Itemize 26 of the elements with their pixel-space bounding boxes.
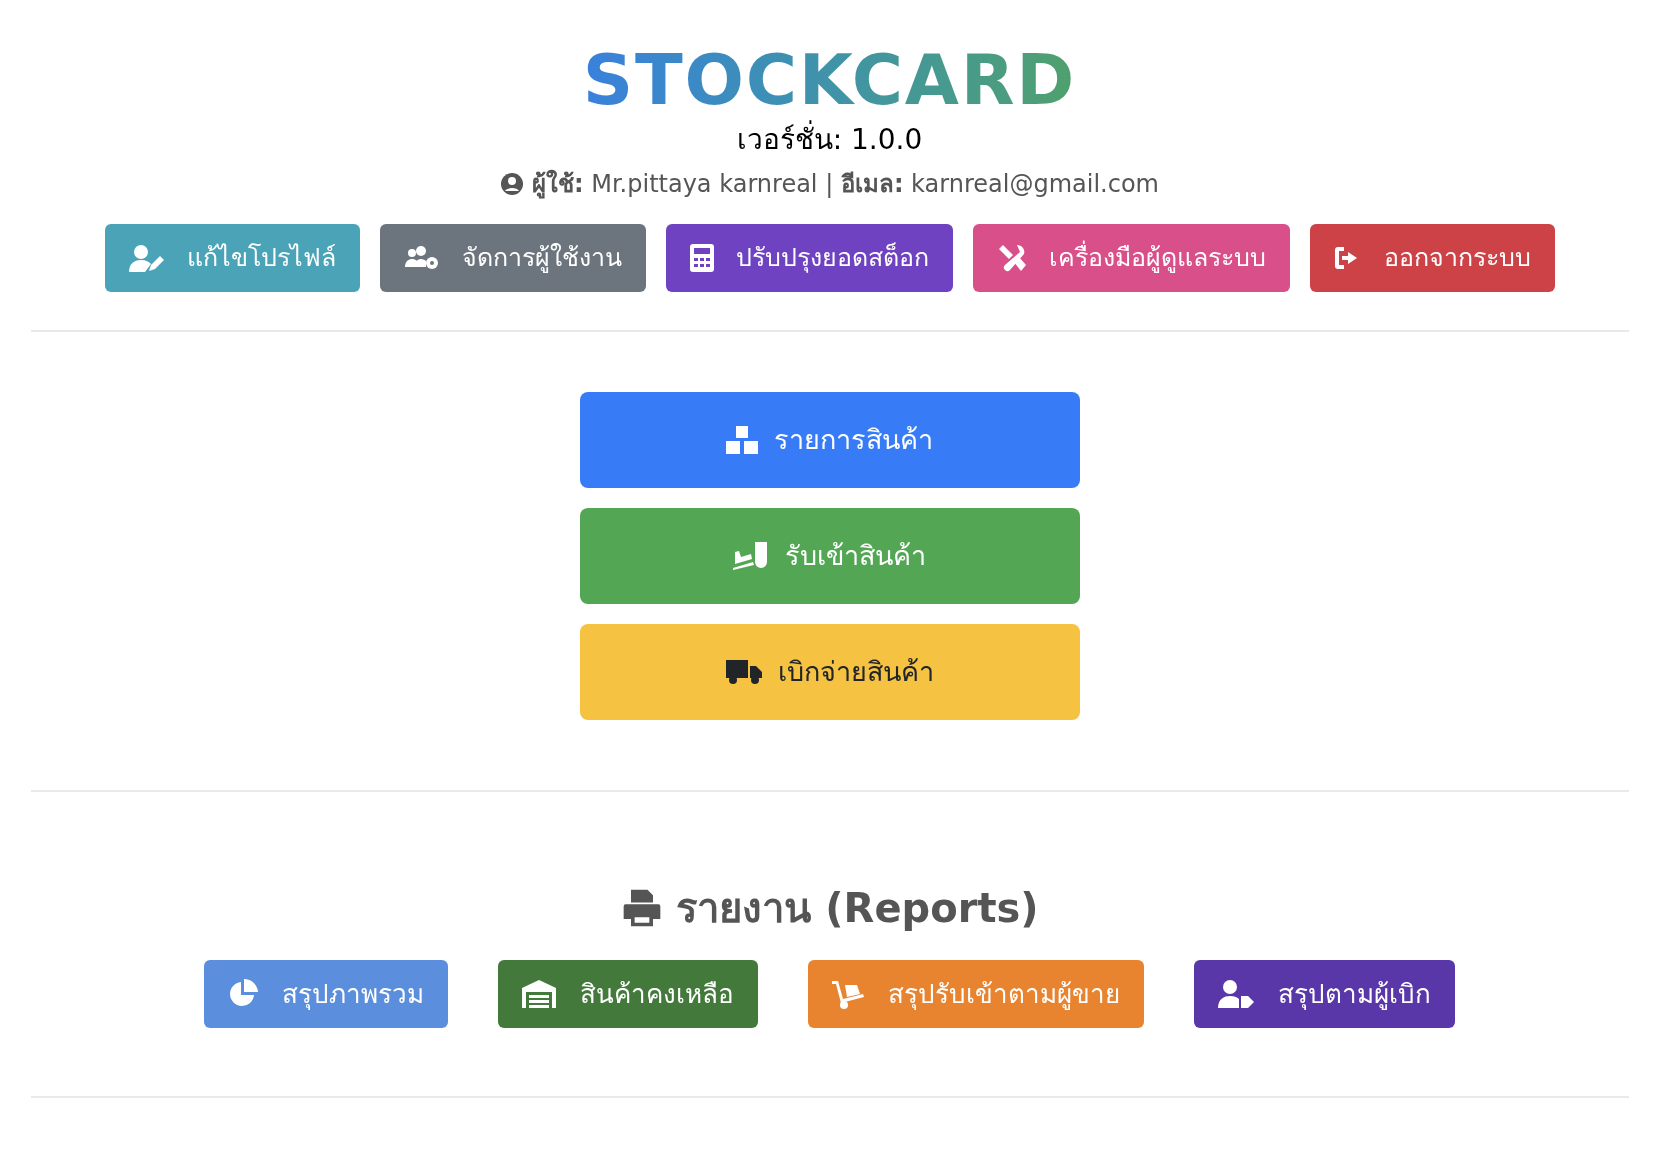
report-button[interactable]: สรุปภาพรวม xyxy=(204,960,448,1028)
toolbar-button[interactable]: จัดการผู้ใช้งาน xyxy=(379,224,646,292)
toolbar-button[interactable]: ปรับปรุงยอดสต็อก xyxy=(665,224,953,292)
users-gear-icon xyxy=(403,245,440,271)
calculator-icon xyxy=(689,244,714,272)
main-action-button[interactable]: รับเข้าสินค้า xyxy=(579,508,1080,604)
truck-icon xyxy=(725,658,762,686)
toolbar-button[interactable]: เครื่องมือผู้ดูแลระบบ xyxy=(972,224,1290,292)
report-button[interactable]: สรุปรับเข้าตามผู้ขาย xyxy=(808,960,1144,1028)
version-text: เวอร์ชั่น: 1.0.0 xyxy=(736,122,923,158)
user-circle-icon xyxy=(500,172,524,196)
hand-truck-icon xyxy=(832,979,864,1009)
boxes-icon xyxy=(726,426,758,454)
hand-truck-boxes-icon xyxy=(733,542,769,570)
pie-chart-icon xyxy=(228,979,258,1009)
reports-heading: รายงาน (Reports) xyxy=(676,884,1039,933)
report-button[interactable]: สินค้าคงเหลือ xyxy=(498,960,758,1028)
main-action-button[interactable]: รายการสินค้า xyxy=(579,392,1080,488)
user-info-text: ผู้ใช้: Mr.pittaya karnreal | อีเมล: karnreal@gmail.com xyxy=(532,168,1159,201)
user-tag-icon xyxy=(1218,980,1254,1008)
main-action-button[interactable]: เบิกจ่ายสินค้า xyxy=(579,624,1080,720)
report-button[interactable]: สรุปตามผู้เบิก xyxy=(1194,960,1455,1028)
user-edit-icon xyxy=(128,244,165,272)
toolbar-button[interactable]: แก้ไขโปรไฟล์ xyxy=(104,224,360,292)
toolbar-button[interactable]: ออกจากระบบ xyxy=(1309,224,1555,292)
warehouse-icon xyxy=(522,980,556,1008)
